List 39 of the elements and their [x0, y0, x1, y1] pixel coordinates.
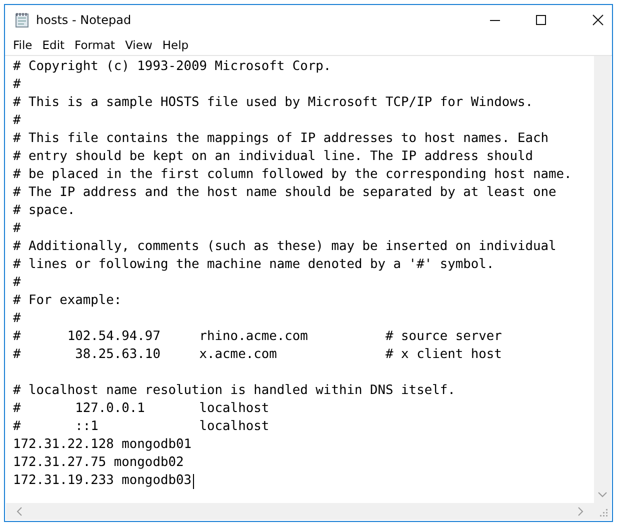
text-line: # This is a sample HOSTS file used by Microsoft TCP/IP for Windows. [13, 94, 533, 112]
scroll-down-icon[interactable] [598, 492, 607, 498]
menu-item[interactable]: Format [70, 38, 120, 52]
maximize-icon[interactable] [535, 14, 547, 26]
text-line: 172.31.27.75 mongodb02 [13, 454, 184, 472]
window-title: hosts - Notepad [36, 13, 132, 27]
text-line: # For example: [13, 292, 122, 310]
notepad-icon [14, 12, 30, 28]
text-line: # [13, 310, 21, 328]
text-caret [192, 474, 194, 488]
text-line: # 102.54.94.97 rhino.acme.com # source server [13, 328, 502, 346]
text-line: # Copyright (c) 1993-2009 Microsoft Corp. [13, 58, 332, 76]
close-icon[interactable] [592, 14, 604, 26]
menu-item[interactable]: Help [157, 38, 194, 52]
text-line: # localhost name resolution is handled within DNS itself. [13, 382, 456, 400]
text-line: # [13, 274, 21, 292]
text-line: # space. [13, 202, 76, 220]
text-line: 172.31.22.128 mongodb01 [13, 436, 192, 454]
horizontal-scrollbar[interactable] [6, 503, 594, 520]
menu-item[interactable]: View [120, 38, 158, 52]
text-line: # [13, 220, 21, 238]
text-line: # Additionally, comments (such as these) may be inserted on individual [13, 238, 556, 256]
text-line: # [13, 76, 21, 94]
text-line: # ::1 localhost [13, 418, 270, 436]
text-line: 172.31.19.233 mongodb03 [13, 472, 192, 490]
text-line: # entry should be kept on an individual line. The IP address should [13, 148, 533, 166]
resize-grip-icon[interactable] [600, 509, 608, 517]
scroll-left-icon[interactable] [16, 507, 22, 516]
text-line: # lines or following the machine name denoted by a '#' symbol. [13, 256, 494, 274]
text-line: # 38.25.63.10 x.acme.com # x client host [13, 346, 502, 364]
menu-item[interactable]: Edit [37, 38, 70, 52]
text-line: # This file contains the mappings of IP addresses to host names. Each [13, 130, 548, 148]
vertical-scrollbar[interactable] [594, 56, 611, 503]
text-line: # 127.0.0.1 localhost [13, 400, 270, 418]
scroll-right-icon[interactable] [578, 507, 584, 516]
menu-item[interactable]: File [8, 38, 38, 52]
text-line: # [13, 112, 21, 130]
text-line: # be placed in the first column followed by the corresponding host name. [13, 166, 572, 184]
text-line: # The IP address and the host name should be separated by at least one [13, 184, 556, 202]
